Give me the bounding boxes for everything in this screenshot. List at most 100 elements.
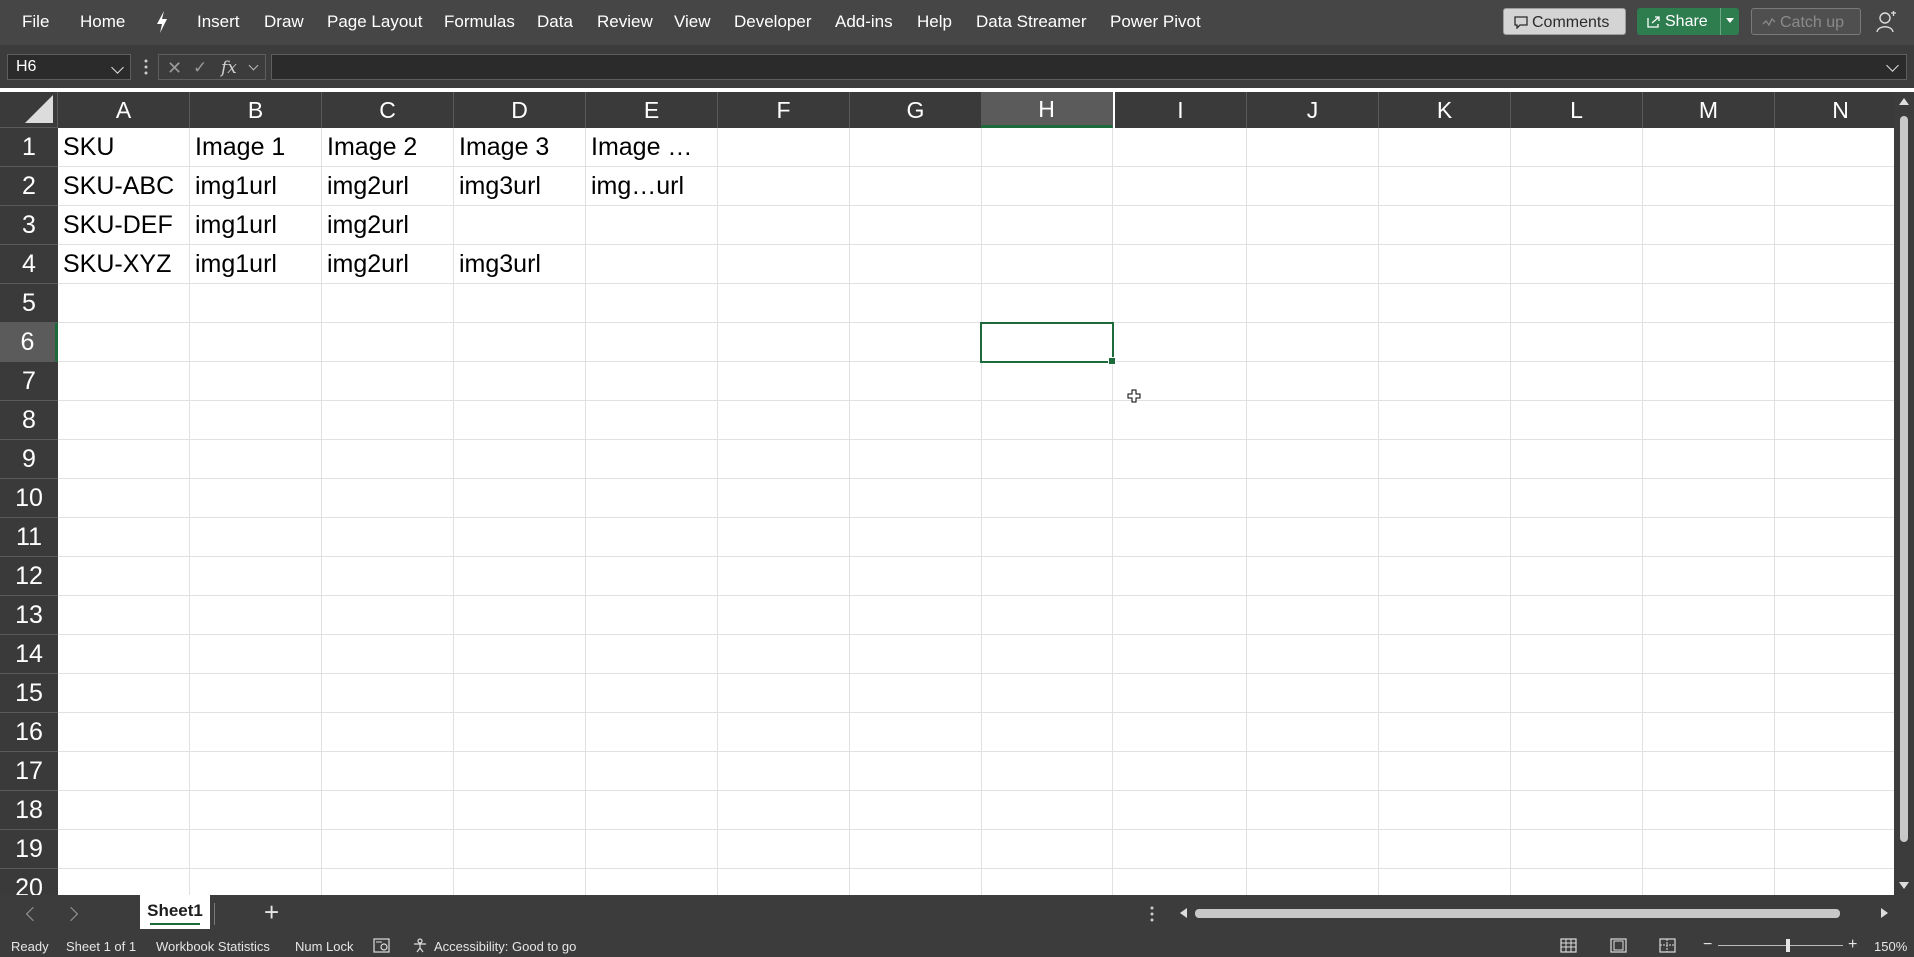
row-header-10[interactable]: 10 <box>0 479 58 518</box>
row-header-4[interactable]: 4 <box>0 245 58 284</box>
tab-power-pivot[interactable]: Power Pivot <box>1110 12 1201 32</box>
tab-add-ins[interactable]: Add-ins <box>835 12 893 32</box>
scroll-left-icon[interactable] <box>1180 908 1187 918</box>
zoom-in-icon[interactable]: + <box>1848 936 1857 954</box>
share-dropdown-chevron-icon[interactable] <box>1720 8 1739 35</box>
cell-c1[interactable]: Image 2 <box>322 128 454 167</box>
row-header-15[interactable]: 15 <box>0 674 58 713</box>
page-break-view-icon[interactable] <box>1659 938 1676 953</box>
row-header-13[interactable]: 13 <box>0 596 58 635</box>
column-header-m[interactable]: M <box>1643 92 1775 128</box>
column-header-h[interactable]: H <box>981 92 1113 128</box>
scroll-thumb[interactable] <box>1900 116 1908 842</box>
cancel-icon[interactable]: ✕ <box>167 58 182 79</box>
cell-e1[interactable]: Image … <box>586 128 718 167</box>
cell-a1[interactable]: SKU <box>58 128 190 167</box>
tab-insert[interactable]: Insert <box>197 12 240 32</box>
column-header-c[interactable]: C <box>322 92 454 128</box>
column-header-a[interactable]: A <box>58 92 190 128</box>
row-header-5[interactable]: 5 <box>0 284 58 323</box>
comments-button[interactable]: Comments <box>1503 8 1626 35</box>
select-all-button[interactable] <box>0 92 58 128</box>
tab-data[interactable]: Data <box>537 12 573 32</box>
active-cell-selection[interactable] <box>980 322 1116 365</box>
row-header-8[interactable]: 8 <box>0 401 58 440</box>
row-header-17[interactable]: 17 <box>0 752 58 791</box>
zoom-slider[interactable] <box>1718 945 1843 946</box>
row-header-11[interactable]: 11 <box>0 518 58 557</box>
row-header-14[interactable]: 14 <box>0 635 58 674</box>
tab-draw[interactable]: Draw <box>264 12 304 32</box>
lightning-icon[interactable] <box>155 10 169 34</box>
row-header-19[interactable]: 19 <box>0 830 58 869</box>
coach-icon[interactable] <box>1876 10 1898 34</box>
scroll-up-icon[interactable] <box>1899 98 1909 105</box>
column-header-n[interactable]: N <box>1775 92 1907 128</box>
row-header-2[interactable]: 2 <box>0 167 58 206</box>
next-sheet-icon[interactable] <box>63 906 79 922</box>
spreadsheet-grid[interactable]: A B C D E F G H I J K L M N 1 2 3 4 5 6 7 8 9 10 11 12 13 14 15 16 17 1… <box>0 92 1914 895</box>
column-header-d[interactable]: D <box>454 92 586 128</box>
macro-record-icon[interactable] <box>373 938 390 953</box>
previous-sheet-icon[interactable] <box>25 906 41 922</box>
catch-up-button[interactable]: Catch up <box>1751 8 1861 35</box>
expand-formula-bar-icon[interactable] <box>1886 59 1899 72</box>
row-header-20[interactable]: 20 <box>0 869 58 895</box>
cell-a2[interactable]: SKU-ABC <box>58 167 190 206</box>
chevron-down-icon[interactable] <box>111 61 124 74</box>
accessibility-icon[interactable] <box>412 938 429 953</box>
name-box[interactable]: H6 <box>7 54 131 80</box>
tab-data-streamer[interactable]: Data Streamer <box>976 12 1087 32</box>
cell-a3[interactable]: SKU-DEF <box>58 206 190 245</box>
tab-review[interactable]: Review <box>597 12 653 32</box>
scroll-down-icon[interactable] <box>1899 882 1909 889</box>
more-options-icon[interactable] <box>144 59 148 75</box>
column-header-f[interactable]: F <box>718 92 850 128</box>
cell-d4[interactable]: img3url <box>454 245 586 284</box>
tab-help[interactable]: Help <box>917 12 952 32</box>
add-sheet-icon[interactable]: + <box>264 897 279 928</box>
tab-file[interactable]: File <box>22 12 49 32</box>
row-header-6[interactable]: 6 <box>0 323 58 362</box>
fx-icon[interactable]: fx <box>221 58 237 78</box>
cell-d1[interactable]: Image 3 <box>454 128 586 167</box>
column-header-j[interactable]: J <box>1247 92 1379 128</box>
tab-view[interactable]: View <box>674 12 711 32</box>
scroll-thumb[interactable] <box>1195 909 1840 918</box>
zoom-out-icon[interactable]: − <box>1703 936 1712 954</box>
column-header-b[interactable]: B <box>190 92 322 128</box>
row-header-3[interactable]: 3 <box>0 206 58 245</box>
tab-formulas[interactable]: Formulas <box>444 12 515 32</box>
cell-b2[interactable]: img1url <box>190 167 322 206</box>
cell-b1[interactable]: Image 1 <box>190 128 322 167</box>
accessibility-status[interactable]: Accessibility: Good to go <box>434 939 576 954</box>
cell-b3[interactable]: img1url <box>190 206 322 245</box>
row-header-7[interactable]: 7 <box>0 362 58 401</box>
column-header-i[interactable]: I <box>1115 92 1247 128</box>
vertical-scrollbar[interactable] <box>1894 92 1914 895</box>
more-options-icon[interactable] <box>1150 905 1154 923</box>
tab-page-layout[interactable]: Page Layout <box>327 12 422 32</box>
row-header-12[interactable]: 12 <box>0 557 58 596</box>
chevron-down-icon[interactable] <box>248 60 259 71</box>
row-header-18[interactable]: 18 <box>0 791 58 830</box>
cell-c3[interactable]: img2url <box>322 206 454 245</box>
page-layout-view-icon[interactable] <box>1610 938 1627 953</box>
cell-b4[interactable]: img1url <box>190 245 322 284</box>
tab-developer[interactable]: Developer <box>734 12 812 32</box>
cell-e2[interactable]: img…url <box>586 167 718 206</box>
zoom-slider-handle[interactable] <box>1786 939 1790 952</box>
cell-c2[interactable]: img2url <box>322 167 454 206</box>
cell-d2[interactable]: img3url <box>454 167 586 206</box>
sheet-tab-sheet1[interactable]: Sheet1 <box>140 895 210 929</box>
formula-input[interactable] <box>271 54 1907 80</box>
normal-view-icon[interactable] <box>1560 938 1577 953</box>
horizontal-scrollbar[interactable] <box>1175 903 1893 923</box>
share-button[interactable]: Share <box>1637 8 1739 35</box>
check-icon[interactable]: ✓ <box>193 58 207 78</box>
column-header-e[interactable]: E <box>586 92 718 128</box>
cell-a4[interactable]: SKU-XYZ <box>58 245 190 284</box>
cell-c4[interactable]: img2url <box>322 245 454 284</box>
column-header-l[interactable]: L <box>1511 92 1643 128</box>
workbook-statistics-button[interactable]: Workbook Statistics <box>156 939 270 954</box>
